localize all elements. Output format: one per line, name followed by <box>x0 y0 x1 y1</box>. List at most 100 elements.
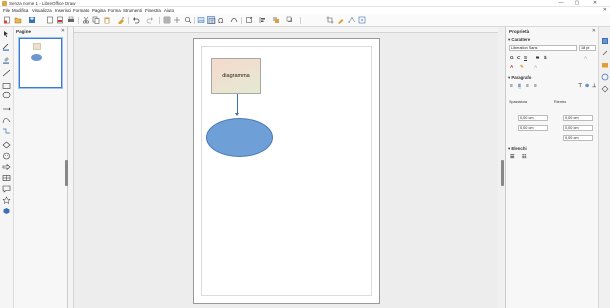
lists-section-header[interactable]: Elenchi <box>508 146 597 152</box>
menu-file[interactable]: File <box>3 7 10 14</box>
select-icon[interactable] <box>2 30 11 38</box>
align-justify-icon[interactable]: ≡ <box>534 83 537 89</box>
highlight-icon[interactable]: ✎ <box>520 64 524 70</box>
strikethrough-button[interactable]: S <box>536 55 539 60</box>
connectors-icon[interactable] <box>2 127 11 135</box>
filter-icon[interactable] <box>337 16 345 24</box>
helplines-icon[interactable] <box>173 16 181 24</box>
align-top-icon[interactable]: ⊤ <box>578 83 582 89</box>
grow-font-icon[interactable]: A <box>534 64 537 69</box>
font-color-icon[interactable]: A <box>510 64 513 69</box>
indent-after-field[interactable]: 0,00 cm <box>563 125 593 131</box>
zoom-icon[interactable] <box>184 16 192 24</box>
export-icon[interactable] <box>46 16 54 24</box>
shadow-text-button[interactable]: $ <box>544 55 547 60</box>
image-icon[interactable] <box>197 16 205 24</box>
grid-icon[interactable] <box>163 16 171 24</box>
align-left-icon[interactable]: ≡ <box>510 83 513 89</box>
paste-icon[interactable] <box>103 16 111 24</box>
align-right-icon[interactable]: ≡ <box>526 83 529 89</box>
menu-inserisci[interactable]: Inserisci <box>55 7 71 14</box>
navigator-tab-icon[interactable] <box>601 73 609 81</box>
paragraph-section-header[interactable]: Paragrafo <box>508 75 597 81</box>
font-size-field[interactable]: 18 pt <box>579 45 596 51</box>
flowchart-icon[interactable] <box>2 174 11 182</box>
shadow-icon[interactable] <box>286 16 294 24</box>
superscript-icon[interactable]: A <box>584 55 587 60</box>
line-icon[interactable] <box>2 69 11 77</box>
properties-tab-icon[interactable] <box>601 37 609 45</box>
character-section-header[interactable]: Carattere <box>508 37 597 43</box>
menu-pagina[interactable]: Pagina <box>92 7 106 14</box>
points-icon[interactable] <box>348 16 356 24</box>
export-pdf-icon[interactable] <box>56 16 64 24</box>
first-line-indent-field[interactable]: 0,00 cm <box>563 135 593 141</box>
close-document-icon[interactable]: ✕ <box>603 7 607 14</box>
connector-line[interactable] <box>237 94 238 114</box>
block-arrows-icon[interactable] <box>2 163 11 171</box>
basic-shapes-icon[interactable] <box>2 141 11 149</box>
stars-icon[interactable] <box>2 196 11 204</box>
menu-finestra[interactable]: Finestra <box>145 7 161 14</box>
menu-forma[interactable]: Forma <box>108 7 121 14</box>
glue-icon[interactable] <box>358 16 366 24</box>
menu-modifica[interactable]: Modifica <box>12 7 28 14</box>
save-icon[interactable] <box>28 16 36 24</box>
styles-tab-icon[interactable] <box>601 49 609 57</box>
copy-icon[interactable] <box>92 16 100 24</box>
cut-icon[interactable] <box>82 16 90 24</box>
curves-icon[interactable] <box>2 116 11 124</box>
transform-icon[interactable] <box>245 16 253 24</box>
numbered-list-icon[interactable]: ☷ <box>522 154 526 160</box>
textbox-icon[interactable] <box>207 16 216 24</box>
spacing-above-field[interactable]: 0,00 cm <box>518 115 548 121</box>
callouts-icon[interactable] <box>2 185 11 193</box>
menu-formato[interactable]: Formato <box>73 7 89 14</box>
sidebar-splitter[interactable] <box>501 160 504 186</box>
ellipse-icon[interactable] <box>2 91 11 99</box>
shapes-tab-icon[interactable] <box>601 85 609 93</box>
spacing-below-field[interactable]: 0,00 cm <box>518 125 548 131</box>
align-bottom-icon[interactable]: ⊥ <box>592 83 596 89</box>
indent-before-field[interactable]: 0,00 cm <box>563 115 593 121</box>
minimize-button[interactable]: — <box>554 0 568 7</box>
line-color-icon[interactable] <box>2 43 11 51</box>
align-center-icon[interactable]: ≡ <box>518 83 521 89</box>
gallery-tab-icon[interactable] <box>601 61 609 69</box>
thumb-oval-shape <box>31 54 42 61</box>
clone-icon[interactable] <box>117 16 125 24</box>
page-thumbnail[interactable] <box>19 38 62 88</box>
print-icon[interactable] <box>67 16 75 24</box>
menu-strumenti[interactable]: Strumenti <box>123 7 142 14</box>
fontwork-icon[interactable] <box>230 16 238 24</box>
undo-icon[interactable] <box>132 16 140 24</box>
align-middle-icon[interactable]: ⊕ <box>585 83 589 89</box>
arrange-icon[interactable] <box>272 16 280 24</box>
underline-button[interactable]: S <box>524 55 527 60</box>
menu-visualizza[interactable]: Visualizza <box>32 7 52 14</box>
open-icon[interactable] <box>14 16 22 24</box>
svg-text:Ω: Ω <box>218 17 224 24</box>
rectangle-shape[interactable]: diagramma <box>211 58 261 94</box>
drawing-toolbar <box>0 27 14 308</box>
new-icon[interactable] <box>3 16 11 24</box>
bold-button[interactable]: G <box>510 55 514 60</box>
rectangle-icon[interactable] <box>2 82 11 90</box>
font-name-field[interactable]: Liberation Sans <box>509 45 577 51</box>
ellipse-shape[interactable] <box>206 118 273 157</box>
align-icon[interactable] <box>259 16 267 24</box>
close-pages-pane-icon[interactable]: ✕ <box>61 28 65 34</box>
redo-icon[interactable] <box>146 16 154 24</box>
special-char-icon[interactable]: Ω <box>217 16 225 24</box>
close-properties-icon[interactable]: ✕ <box>592 28 596 34</box>
fill-color-icon[interactable] <box>2 56 11 64</box>
italic-button[interactable]: C <box>517 55 520 60</box>
maximize-button[interactable]: ▢ <box>570 0 584 7</box>
lines-arrows-icon[interactable] <box>2 105 11 113</box>
bullet-list-icon[interactable]: ☰ <box>510 154 514 160</box>
close-window-button[interactable]: ✕ <box>588 0 602 7</box>
symbol-shapes-icon[interactable] <box>2 152 11 160</box>
crop-icon[interactable] <box>326 16 334 24</box>
3d-objects-icon[interactable] <box>2 207 11 215</box>
menu-aiuto[interactable]: Aiuto <box>164 7 174 14</box>
